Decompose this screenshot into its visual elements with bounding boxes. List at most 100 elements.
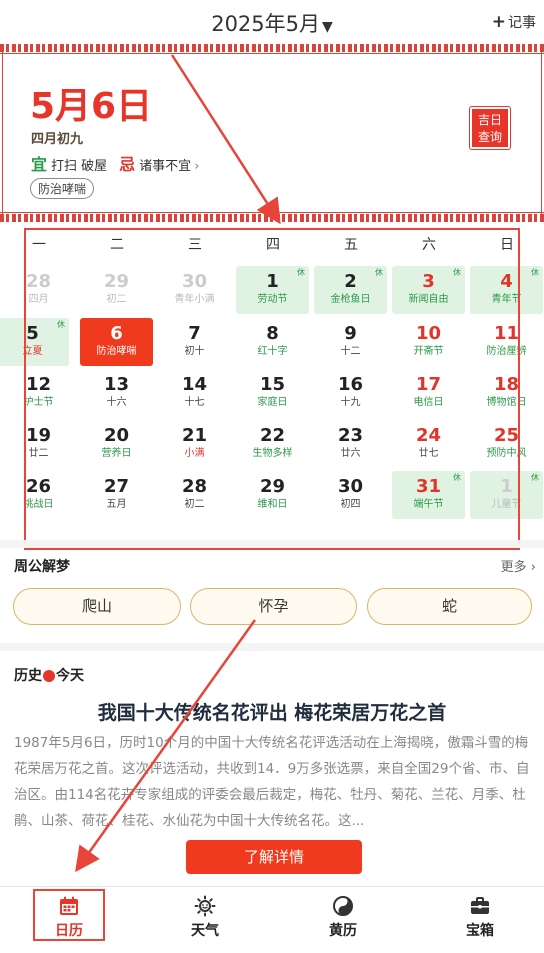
month-selector[interactable]: 2025年5月 ▼ — [0, 8, 544, 38]
calendar-day-cell[interactable]: 29 初二 — [80, 266, 153, 314]
day-number: 15 — [259, 374, 286, 395]
calendar-day-cell[interactable]: 11 防治厘辨 — [470, 318, 543, 366]
calendar-day-cell[interactable]: 30 青年小满 — [158, 266, 231, 314]
dream-item-button[interactable]: 怀孕 — [190, 588, 357, 625]
history-article-title[interactable]: 我国十大传统名花评出 梅花荣居万花之首 — [0, 698, 544, 725]
day-subtitle: 防治厘辨 — [486, 346, 527, 357]
nav-almanac[interactable]: 黄历 — [303, 895, 383, 940]
day-subtitle: 防治哮喘 — [96, 346, 137, 357]
calendar-day-cell[interactable]: 15 家庭日 — [236, 369, 309, 417]
calendar-day-cell[interactable]: 6 防治哮喘 — [80, 318, 153, 366]
calendar-day-cell[interactable]: 20 营养日 — [80, 420, 153, 468]
calendar-day-cell[interactable]: 21 小满 — [158, 420, 231, 468]
seal-icon — [43, 670, 55, 682]
calendar-day-cell[interactable]: 2 金枪鱼日休 — [314, 266, 387, 314]
day-subtitle: 初四 — [340, 499, 361, 510]
day-subtitle: 立夏 — [22, 346, 43, 357]
calendar-day-cell[interactable]: 28 四月 — [2, 266, 75, 314]
calendar-day-cell[interactable]: 28 初二 — [158, 471, 231, 519]
calendar-day-cell[interactable]: 24 廿七 — [392, 420, 465, 468]
calendar-day-cell[interactable]: 5 立夏休 — [0, 318, 69, 366]
weekday-label: 六 — [422, 237, 436, 253]
day-number: 20 — [103, 425, 130, 446]
calendar-day-cell[interactable]: 4 青年节休 — [470, 266, 543, 314]
dream-item-button[interactable]: 蛇 — [367, 588, 532, 625]
day-subtitle: 廿六 — [340, 448, 361, 459]
history-head-right: 今天 — [56, 668, 84, 684]
calendar-day-cell[interactable]: 30 初四 — [314, 471, 387, 519]
nav-weather[interactable]: 天气 — [165, 895, 245, 940]
day-number: 9 — [344, 323, 357, 344]
calendar-day-cell[interactable]: 8 红十字 — [236, 318, 309, 366]
calendar-day-cell[interactable]: 16 十九 — [314, 369, 387, 417]
day-number: 22 — [259, 425, 286, 446]
calendar-day-cell[interactable]: 17 电信日 — [392, 369, 465, 417]
festival-tag[interactable]: 防治哮喘 — [30, 178, 95, 199]
lucky-day-query-button[interactable]: 吉日 查询 — [469, 106, 511, 150]
chevron-right-icon: › — [526, 560, 536, 575]
calendar-day-cell[interactable]: 26 挑战日 — [2, 471, 75, 519]
calendar-day-cell[interactable]: 31 端午节休 — [392, 471, 465, 519]
calendar-day-cell[interactable]: 10 开斋节 — [392, 318, 465, 366]
day-number: 25 — [493, 425, 520, 446]
calendar-day-cell[interactable]: 19 廿二 — [2, 420, 75, 468]
day-number: 24 — [415, 425, 442, 446]
dream-more-link[interactable]: 更多 › — [501, 556, 536, 575]
day-subtitle: 儿童节 — [491, 499, 522, 510]
calendar-day-cell[interactable]: 14 十七 — [158, 369, 231, 417]
day-number: 11 — [493, 323, 520, 344]
day-subtitle: 四月 — [28, 294, 49, 305]
day-number: 28 — [181, 476, 208, 497]
day-subtitle: 维和日 — [257, 499, 288, 510]
day-subtitle: 护士节 — [23, 397, 54, 408]
calendar-day-cell[interactable]: 1 儿童节休 — [470, 471, 543, 519]
calendar-day-cell[interactable]: 29 维和日 — [236, 471, 309, 519]
rest-day-badge: 休 — [57, 320, 65, 329]
day-number: 12 — [25, 374, 52, 395]
add-note-button[interactable]: + 记事 — [492, 12, 536, 32]
divider — [2, 52, 3, 214]
day-subtitle: 初二 — [106, 294, 127, 305]
learn-more-button[interactable]: 了解详情 — [186, 840, 362, 874]
nav-toolbox[interactable]: 宝箱 — [440, 895, 520, 940]
calendar-day-cell[interactable]: 3 新闻自由休 — [392, 266, 465, 314]
nav-label: 黄历 — [329, 923, 357, 939]
chevron-right-icon: › — [194, 159, 200, 174]
divider — [541, 52, 542, 214]
lunar-date: 四月初九 — [31, 132, 84, 147]
weekday-label: 一 — [32, 237, 46, 253]
day-subtitle: 挑战日 — [23, 499, 54, 510]
day-subtitle: 小满 — [184, 448, 205, 459]
calendar-day-cell[interactable]: 7 初十 — [158, 318, 231, 366]
day-subtitle: 初十 — [184, 346, 205, 357]
day-number: 7 — [188, 323, 201, 344]
calendar-day-cell[interactable]: 18 博物馆日 — [470, 369, 543, 417]
yinyang-icon — [333, 896, 353, 916]
day-number: 18 — [493, 374, 520, 395]
day-subtitle: 电信日 — [413, 397, 444, 408]
calendar-day-cell[interactable]: 13 十六 — [80, 369, 153, 417]
day-subtitle: 博物馆日 — [486, 397, 527, 408]
calendar-day-cell[interactable]: 25 预防中风 — [470, 420, 543, 468]
day-subtitle: 十二 — [340, 346, 361, 357]
plus-icon: + — [491, 12, 506, 32]
day-number: 6 — [110, 323, 123, 344]
weekday-label: 二 — [110, 237, 124, 253]
yi-label: 宜 — [31, 155, 48, 174]
calendar-day-cell[interactable]: 27 五月 — [80, 471, 153, 519]
calendar-day-cell[interactable]: 9 十二 — [314, 318, 387, 366]
divider — [0, 212, 544, 213]
calendar-day-cell[interactable]: 1 劳动节休 — [236, 266, 309, 314]
dream-section-title: 周公解梦 — [14, 559, 70, 575]
weather-icon — [194, 895, 216, 917]
calendar-day-cell[interactable]: 12 护士节 — [2, 369, 75, 417]
divider — [0, 53, 544, 54]
calendar-day-cell[interactable]: 23 廿六 — [314, 420, 387, 468]
dream-item-button[interactable]: 爬山 — [13, 588, 181, 625]
yi-ji-row[interactable]: 宜打扫 破屋忌诸事不宜 › — [31, 151, 199, 175]
day-subtitle: 廿七 — [418, 448, 439, 459]
calendar-day-cell[interactable]: 22 生物多样 — [236, 420, 309, 468]
decorative-border-bottom — [0, 214, 544, 222]
day-number: 10 — [415, 323, 442, 344]
weekday-label: 五 — [344, 237, 358, 253]
